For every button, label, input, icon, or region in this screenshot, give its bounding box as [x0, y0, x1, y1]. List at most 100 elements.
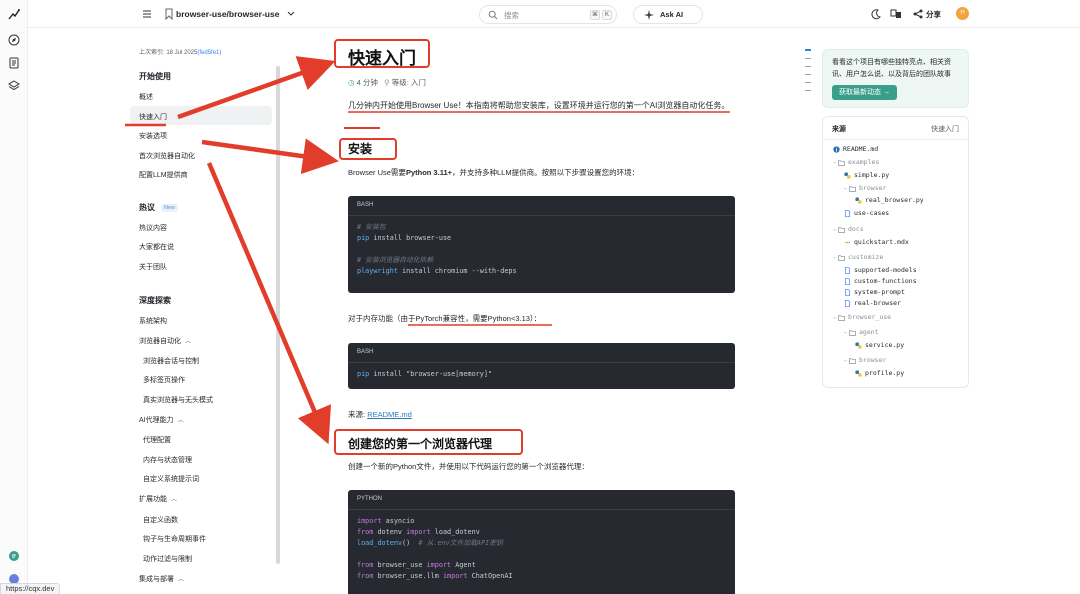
sidebar-item-custom-functions[interactable]: 自定义函数 — [143, 515, 178, 525]
code-block-memory[interactable]: BASH pip install "browser-use[memory]" — [348, 343, 735, 389]
toc-marker[interactable] — [805, 82, 811, 83]
code-content: import asyncio from dotenv import load_d… — [357, 516, 513, 582]
tree-file[interactable]: use-cases — [844, 209, 889, 217]
chevron-down-icon: ⌄ — [844, 185, 848, 191]
code-content: # 安装包 pip install browser-use # 安装浏览器自动化… — [357, 222, 517, 277]
sources-title: 来源 — [832, 126, 846, 133]
read-time: 4 分钟 — [356, 78, 378, 87]
toc-marker[interactable] — [805, 66, 811, 67]
sidebar-item-browser-automation[interactable]: 浏览器自动化 ︿ — [139, 336, 191, 346]
tree-file[interactable]: system-prompt — [844, 288, 905, 296]
code-token: # 从.env文件加载API密钥 — [418, 539, 503, 547]
sidebar-item-action-filters[interactable]: 动作过滤与限制 — [143, 554, 192, 564]
share-label[interactable]: 分享 — [926, 9, 941, 20]
tree-file[interactable]: supported-models — [844, 266, 917, 274]
sidebar-item-about-team[interactable]: 关于团队 — [139, 262, 167, 272]
sidebar-item-memory-state[interactable]: 内存与状态管理 — [143, 455, 192, 465]
tree-item-label: custom-functions — [854, 277, 917, 285]
section-title-deep-dive: 深度探索 — [139, 296, 171, 305]
sidebar-item-agent-config[interactable]: 代理配置 — [143, 435, 171, 445]
menu-icon[interactable] — [141, 8, 153, 20]
tree-item-label: profile.py — [865, 369, 905, 377]
toc-marker[interactable] — [805, 49, 811, 51]
sidebar-item-people-say[interactable]: 大家都在说 — [139, 242, 174, 252]
sidebar-item-session-control[interactable]: 浏览器会话与控制 — [143, 356, 199, 366]
sidebar-item-overview[interactable]: 概述 — [139, 92, 153, 102]
chevron-down-icon: ⌄ — [833, 254, 837, 260]
code-token: install browser-use — [369, 234, 452, 242]
tree-file[interactable]: quickstart.mdx — [844, 238, 909, 246]
ask-ai-button[interactable]: Ask AI — [633, 5, 703, 24]
search-box[interactable]: 搜索 ⌘ K — [479, 5, 617, 24]
chat-bubble-icon[interactable] — [7, 549, 21, 563]
code-token: # 安装浏览器自动化依赖 — [357, 256, 434, 264]
tree-file[interactable]: real_browser.py — [855, 196, 924, 204]
main-content: 快速入门 ◷ 4 分钟 ⚲ 等级: 入门 几分钟内开始使用Browser Use… — [348, 28, 738, 594]
code-token: browser_use.llm — [373, 572, 443, 580]
page-title: 快速入门 — [348, 49, 416, 69]
sidebar-item-agent-capabilities[interactable]: AI代理能力 ︿ — [139, 415, 184, 425]
source-link[interactable]: README.md — [367, 410, 412, 419]
section-title-getting-started: 开始使用 — [139, 72, 171, 81]
sidebar-item-system-prompt[interactable]: 自定义系统提示词 — [143, 474, 199, 484]
avatar[interactable]: H — [956, 7, 969, 20]
sidebar-item-trending-content[interactable]: 热议内容 — [139, 223, 167, 233]
tree-folder[interactable]: ⌄ docs — [833, 225, 864, 233]
sidebar-item-architecture[interactable]: 系统架构 — [139, 316, 167, 326]
sidebar-item-integration[interactable]: 集成与部署 ︿ — [139, 574, 184, 584]
toc-marker[interactable] — [805, 90, 811, 91]
tree-folder[interactable]: ⌄ customize — [833, 253, 883, 261]
tree-item-label: real_browser.py — [865, 196, 924, 204]
chevron-down-icon: ⌄ — [833, 226, 837, 232]
chevron-down-icon[interactable] — [287, 9, 295, 19]
sidebar-item-quickstart[interactable]: 快速入门 — [139, 112, 167, 122]
sidebar-item-first-automation[interactable]: 首次浏览器自动化 — [139, 151, 195, 161]
share-icon[interactable] — [912, 8, 924, 20]
bookmark-icon[interactable] — [164, 8, 174, 20]
sidebar-item-hooks[interactable]: 钩子与生命周期事件 — [143, 534, 206, 544]
tree-file[interactable]: service.py — [855, 341, 904, 349]
tree-folder[interactable]: ⌄ browser_use — [833, 313, 891, 321]
last-indexed: 上次索引: 18 Jul 2025(fed5fe1) — [139, 50, 222, 56]
translate-icon[interactable] — [890, 8, 902, 20]
sidebar-item-multi-tab[interactable]: 多标签页操作 — [143, 375, 185, 385]
sidebar-scrollbar[interactable] — [276, 66, 280, 564]
tree-file[interactable]: README.md — [833, 145, 878, 153]
document-icon[interactable] — [7, 56, 21, 70]
tree-item-label: service.py — [865, 341, 905, 349]
code-block-python[interactable]: PYTHON import asyncio from dotenv import… — [348, 490, 735, 594]
toc-marker[interactable] — [805, 74, 811, 75]
layers-icon[interactable] — [7, 79, 21, 93]
tree-folder[interactable]: ⌄ browser — [844, 356, 886, 364]
moon-icon[interactable] — [870, 8, 882, 20]
sidebar-item-install-options[interactable]: 安装选项 — [139, 131, 167, 141]
tree-item-label: customize — [848, 253, 884, 261]
kbd-cmd: ⌘ — [590, 10, 600, 20]
code-token: playwright — [357, 267, 398, 275]
tree-file[interactable]: simple.py — [844, 171, 889, 179]
sources-link[interactable]: 快速入门 — [931, 124, 959, 134]
latest-news-button[interactable]: 获取最新动态 → — [832, 85, 897, 100]
tree-file[interactable]: custom-functions — [844, 277, 917, 285]
sidebar-item-extensions[interactable]: 扩展功能 ︿ — [139, 494, 177, 504]
tree-file[interactable]: real-browser — [844, 299, 901, 307]
install-heading: 安装 — [348, 142, 373, 156]
logo-icon[interactable] — [7, 7, 21, 21]
commit-hash-link[interactable]: (fed5fe1) — [197, 50, 221, 56]
page-meta: ◷ 4 分钟 ⚲ 等级: 入门 — [348, 77, 426, 88]
repo-title[interactable]: browser-use/browser-use — [176, 9, 279, 19]
tree-folder[interactable]: ⌄ agent — [844, 328, 879, 336]
chevron-down-icon: ⌄ — [833, 314, 837, 320]
code-token: () — [402, 539, 419, 547]
sidebar-item-real-headless[interactable]: 真实浏览器与无头模式 — [143, 395, 213, 405]
sidebar-item-llm-providers[interactable]: 配置LLM提供商 — [139, 170, 188, 180]
sparkle-icon — [644, 10, 654, 20]
tree-file[interactable]: profile.py — [855, 369, 904, 377]
sources-panel: 来源 快速入门 README.md ⌄ examples simple.py ⌄ brow… — [822, 116, 969, 388]
code-token: pip — [357, 234, 370, 242]
compass-icon[interactable] — [7, 33, 21, 47]
tree-folder[interactable]: ⌄ examples — [833, 158, 879, 166]
toc-marker[interactable] — [805, 58, 811, 59]
code-block-install[interactable]: BASH # 安装包 pip install browser-use # 安装浏… — [348, 196, 735, 293]
tree-folder[interactable]: ⌄ browser — [844, 184, 886, 192]
